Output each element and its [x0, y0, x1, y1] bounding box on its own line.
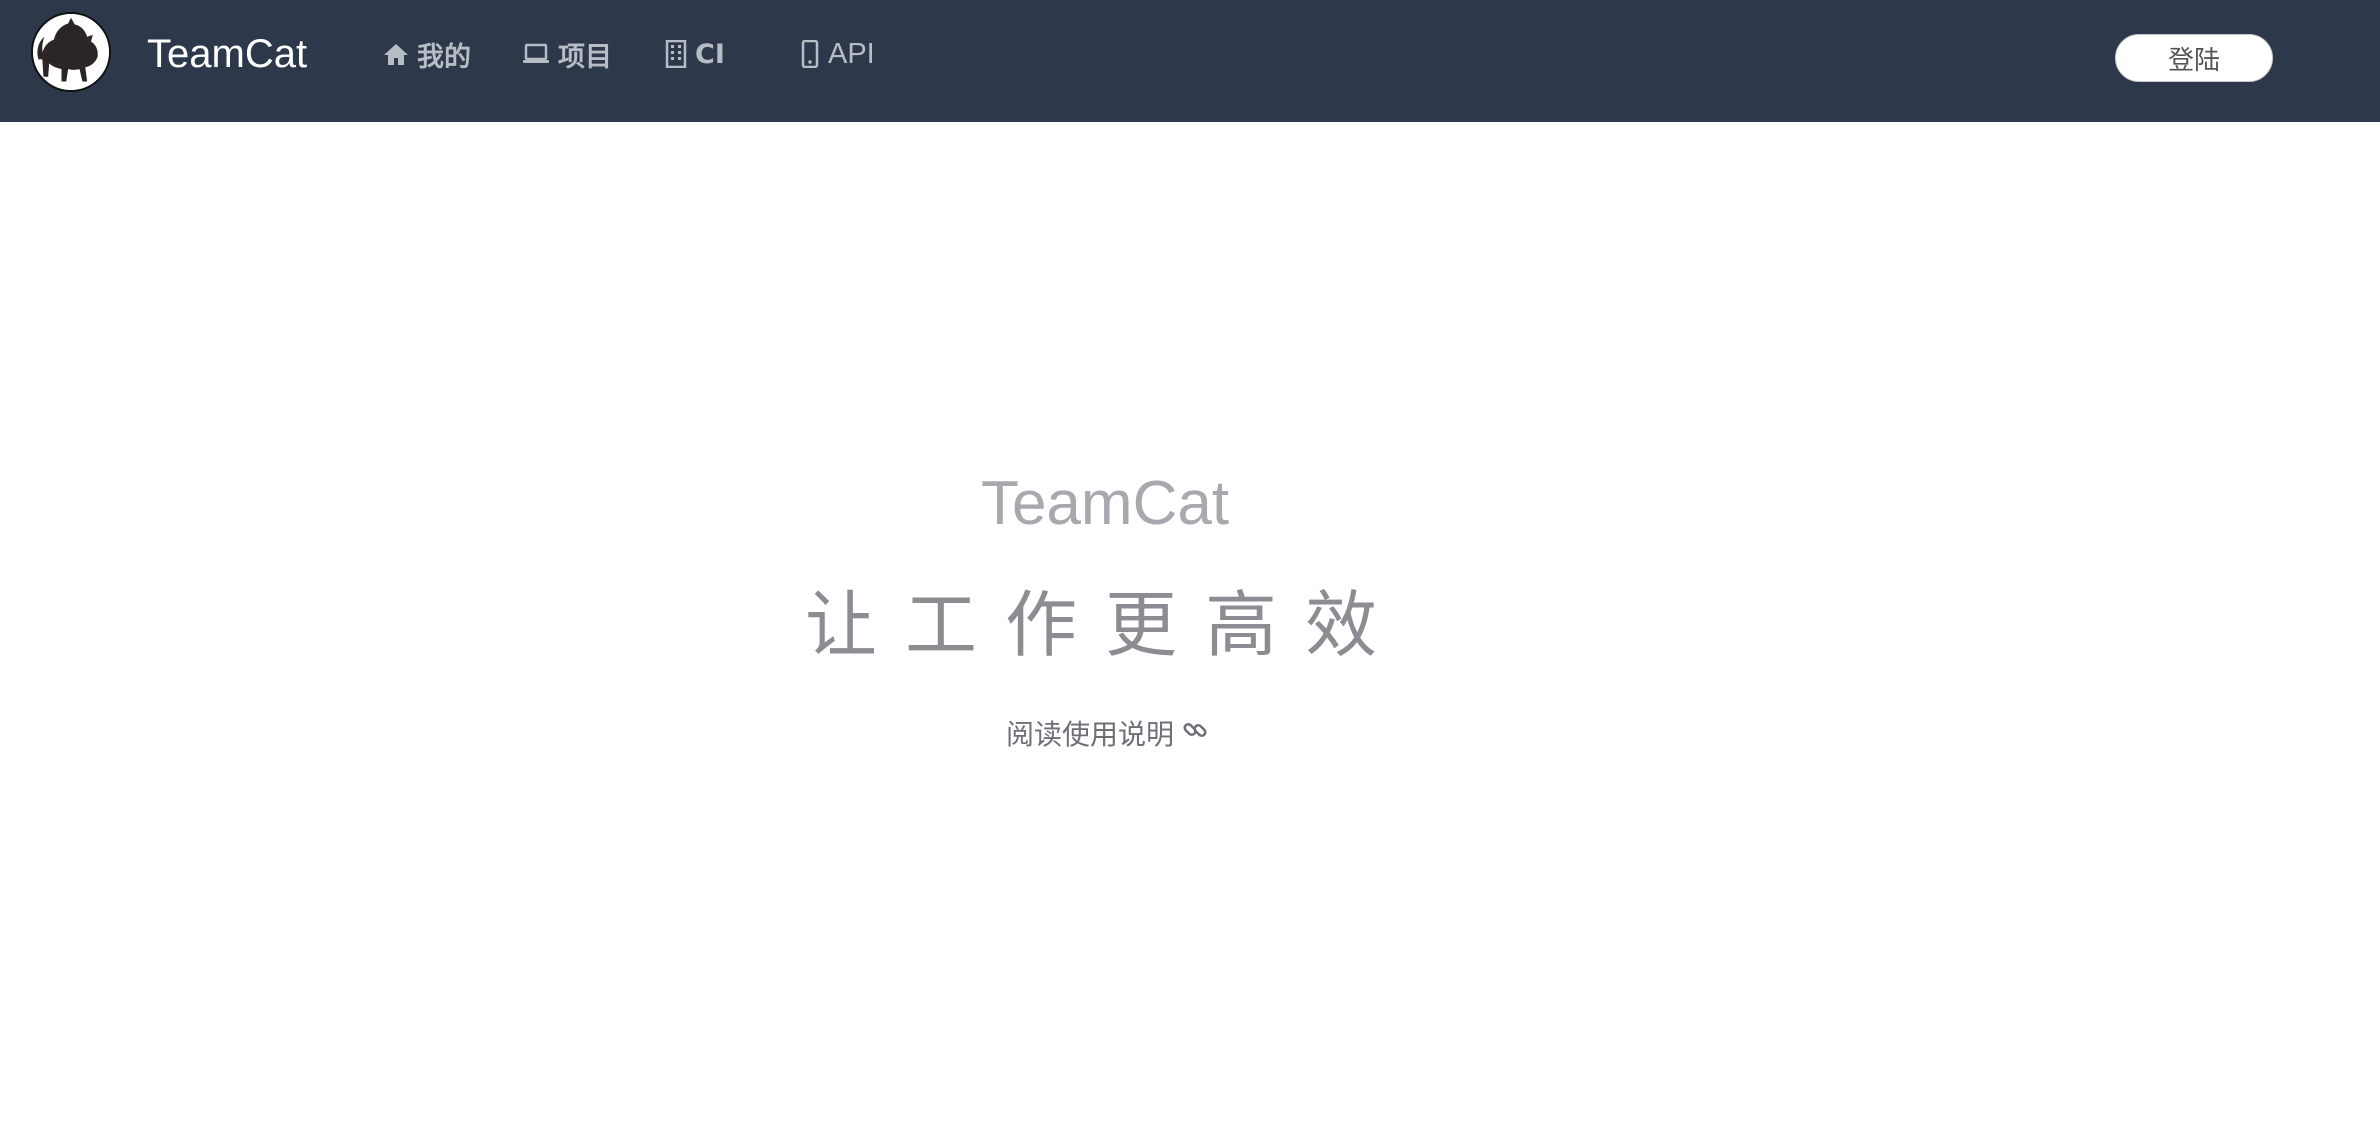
home-icon	[383, 42, 409, 66]
top-navigation-bar: TeamCat 我的 项目 CI API 登陆	[0, 0, 2380, 122]
hero-title: TeamCat	[980, 469, 1230, 538]
brand-name[interactable]: TeamCat	[147, 30, 307, 78]
nav-item-mine[interactable]: 我的	[383, 34, 471, 74]
nav-item-api[interactable]: API	[800, 34, 875, 74]
login-button[interactable]: 登陆	[2115, 34, 2273, 82]
nav-item-ci[interactable]: CI	[665, 34, 725, 74]
cat-logo-icon[interactable]	[31, 12, 111, 92]
nav-item-label: API	[828, 37, 875, 70]
chain-link-icon	[1182, 717, 1208, 750]
nav-item-label: CI	[695, 38, 725, 70]
building-icon	[665, 40, 687, 68]
nav-item-label: 我的	[417, 41, 471, 73]
mobile-icon	[800, 40, 820, 68]
nav-item-projects[interactable]: 项目	[522, 34, 612, 74]
read-guide-link[interactable]: 阅读使用说明	[1006, 713, 1208, 753]
laptop-icon	[522, 43, 550, 65]
hero-slogan: 让工作更高效	[804, 583, 1405, 667]
nav-item-label: 项目	[558, 41, 612, 73]
read-guide-link-label: 阅读使用说明	[1006, 718, 1175, 751]
